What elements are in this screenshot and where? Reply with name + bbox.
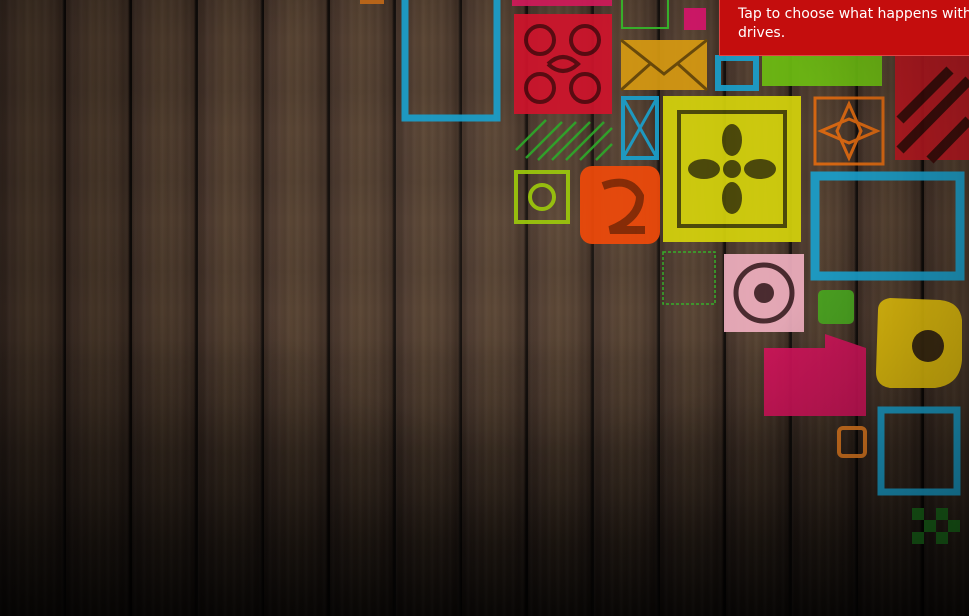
pink-square bbox=[684, 8, 706, 30]
magenta-block bbox=[764, 334, 866, 416]
green-checker bbox=[912, 508, 960, 544]
green-dashed-box bbox=[662, 251, 716, 305]
decorative-pattern-art bbox=[360, 0, 969, 544]
notification-message-line1: Tap to choose what happens with re bbox=[738, 6, 969, 22]
orange-top-mark bbox=[360, 0, 384, 4]
blue-frame-shape bbox=[401, 0, 501, 122]
green-ornament bbox=[514, 170, 570, 224]
blue-frame-right bbox=[810, 171, 965, 281]
blue-frame-bottom bbox=[877, 406, 961, 496]
envelope-tile bbox=[621, 40, 707, 90]
green-bar bbox=[762, 56, 882, 86]
green-phone-tile bbox=[818, 290, 854, 324]
notification-message-line2: drives. bbox=[738, 25, 786, 41]
blue-bracket bbox=[715, 55, 759, 91]
green-hatch-tile bbox=[515, 119, 613, 161]
autoplay-notification-toast[interactable]: Tap to choose what happens with re drive… bbox=[719, 0, 969, 56]
orange-small-frame bbox=[837, 426, 867, 458]
orange-flower-motif bbox=[813, 96, 885, 166]
green-outline-box bbox=[621, 0, 669, 29]
desktop-wallpaper: Tap to choose what happens with re drive… bbox=[0, 0, 969, 616]
magenta-strip-shape bbox=[512, 0, 612, 6]
notification-message: Tap to choose what happens with re drive… bbox=[738, 5, 969, 43]
